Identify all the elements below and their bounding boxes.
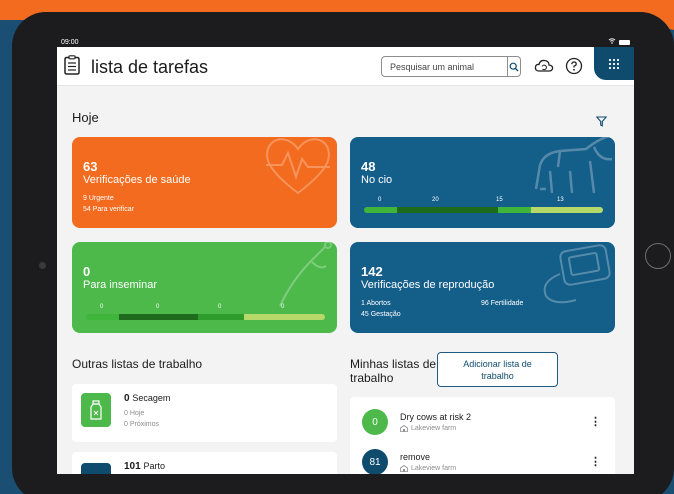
farm-icon (400, 425, 408, 432)
search-input[interactable] (382, 57, 507, 76)
my-lists-panel: 0 Dry cows at risk 2 Lakeview farm ⋮ 81 … (350, 397, 615, 474)
drying-off-name: Secagem (132, 393, 171, 403)
health-to-check: 54 Para verificar (83, 206, 134, 213)
work-list-name: Dry cows at risk 2 (400, 412, 472, 422)
apps-menu-button[interactable] (594, 47, 634, 80)
heat-tick-3: 15 (496, 197, 503, 203)
ultrasound-icon (543, 244, 611, 304)
heat-tick-2: 20 (432, 197, 439, 203)
battery-icon (619, 39, 630, 45)
heat-tick-4: 13 (557, 197, 564, 203)
heat-card[interactable]: 48 No cio 0 20 15 13 (350, 137, 615, 228)
reproduction-fertility: 96 Fertilidade (481, 300, 524, 307)
inseminate-card[interactable]: 0 Para inseminar 0 0 0 0 (72, 242, 337, 333)
health-checks-count: 63 (83, 159, 98, 174)
inseminate-tick-2: 0 (156, 304, 160, 310)
work-list-badge: 0 (362, 409, 388, 435)
more-options-icon[interactable]: ⋮ (590, 415, 601, 428)
heat-progress-bar (364, 207, 603, 213)
calving-count: 101 (124, 461, 141, 472)
wifi-icon (608, 38, 616, 46)
inseminate-label: Para inseminar (83, 279, 157, 291)
health-checks-label: Verificações de saúde (83, 174, 191, 186)
clipboard-icon (64, 55, 80, 80)
reproduction-checks-card[interactable]: 142 Verificações de reprodução 1 Abortos… (350, 242, 615, 333)
reproduction-abortions: 1 Abortos (361, 300, 391, 307)
status-time: 09:00 (61, 38, 79, 46)
bottle-icon (81, 393, 111, 427)
filter-icon[interactable] (595, 114, 608, 132)
heat-label: No cio (361, 174, 393, 186)
other-lists-title: Outras listas de trabalho (72, 357, 203, 371)
calving-list-card[interactable]: 101 Parto (72, 452, 337, 474)
screen: 09:00 lista de tarefas Pesquisar um anim… (57, 37, 634, 474)
work-list-item[interactable]: 0 Dry cows at risk 2 Lakeview farm ⋮ (350, 397, 615, 439)
farm-icon (400, 465, 408, 472)
reproduction-label: Verificações de reprodução (361, 279, 495, 291)
work-list-item[interactable]: 81 remove Lakeview farm ⋮ (350, 439, 615, 474)
drying-off-upcoming: 0 Próximos (124, 421, 160, 428)
inseminate-progress-bar (86, 314, 325, 320)
calving-icon (81, 463, 111, 474)
search-icon (509, 62, 519, 71)
help-icon[interactable] (565, 57, 583, 80)
heat-count: 48 (361, 159, 376, 174)
work-list-farm: Lakeview farm (411, 465, 457, 472)
camera (39, 262, 46, 269)
heart-pulse-icon (266, 138, 330, 195)
reproduction-count: 142 (361, 264, 383, 279)
calving-name: Parto (143, 461, 165, 471)
health-checks-card[interactable]: 63 Verificações de saúde 9 Urgente 54 Pa… (72, 137, 337, 228)
work-list-badge: 81 (362, 449, 388, 474)
search-box (381, 56, 521, 77)
drying-off-count: 0 (124, 393, 130, 404)
health-urgent: 9 Urgente (83, 195, 114, 202)
search-button[interactable] (507, 57, 520, 76)
reproduction-gestation: 45 Gestação (361, 311, 401, 318)
work-list-name: remove (400, 452, 431, 462)
add-work-list-button[interactable]: Adicionar lista de trabalho (437, 352, 558, 387)
heat-tick-1: 0 (378, 197, 382, 203)
drying-off-list-card[interactable]: 0 Secagem 0 Hoje 0 Próximos (72, 384, 337, 442)
more-options-icon[interactable]: ⋮ (590, 455, 601, 468)
inseminate-count: 0 (83, 264, 91, 279)
page-title: lista de tarefas (91, 57, 209, 77)
today-title: Hoje (72, 110, 99, 125)
inseminate-tick-3: 0 (218, 304, 222, 310)
insemination-icon (279, 242, 332, 307)
work-list-farm: Lakeview farm (411, 425, 457, 432)
drying-off-today: 0 Hoje (124, 410, 145, 417)
grid-icon (608, 58, 620, 69)
cloud-sync-icon[interactable] (534, 57, 554, 80)
home-button[interactable] (645, 243, 671, 269)
status-bar: 09:00 (57, 37, 634, 47)
app-bar: lista de tarefas (57, 47, 634, 86)
cow-icon (534, 137, 613, 194)
inseminate-tick-4: 0 (281, 304, 285, 310)
inseminate-tick-1: 0 (100, 304, 104, 310)
